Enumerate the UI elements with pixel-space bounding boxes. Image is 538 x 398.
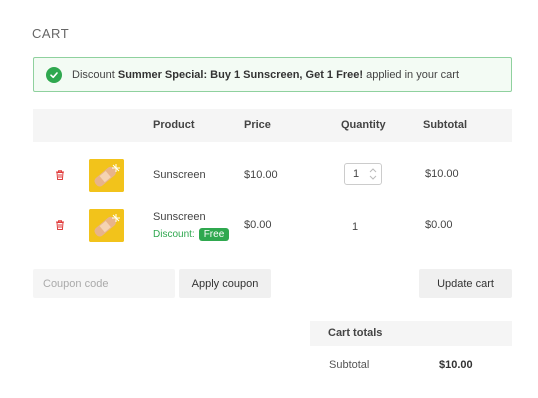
row-subtotal: $0.00: [425, 219, 453, 231]
cart-table-header: Product Price Quantity Subtotal: [33, 109, 512, 142]
spinner-arrows-icon[interactable]: [369, 166, 377, 182]
header-price: Price: [244, 119, 271, 131]
coupon-code-input[interactable]: [33, 269, 175, 298]
notice-text: Discount Summer Special: Buy 1 Sunscreen…: [72, 69, 459, 81]
header-quantity: Quantity: [341, 119, 386, 131]
header-product: Product: [153, 119, 195, 131]
notice-prefix: Discount: [72, 68, 115, 81]
cart-totals-heading: Cart totals: [310, 321, 512, 346]
discount-line: Discount: Free: [153, 228, 230, 241]
product-thumbnail[interactable]: [89, 159, 124, 192]
product-thumbnail[interactable]: [89, 209, 124, 242]
table-row: Sunscreen $10.00 1 $10.00: [33, 150, 512, 200]
product-price: $10.00: [244, 169, 278, 181]
free-badge: Free: [198, 228, 230, 241]
discount-label: Discount:: [153, 229, 195, 240]
row-subtotal: $10.00: [425, 168, 459, 180]
check-circle-icon: [46, 66, 62, 83]
product-price: $0.00: [244, 219, 272, 231]
notice-suffix: applied in your cart: [366, 68, 460, 81]
quantity-value: 1: [352, 221, 359, 233]
notice-discount-name: Summer Special: Buy 1 Sunscreen, Get 1 F…: [117, 68, 364, 81]
totals-subtotal-value: $10.00: [439, 359, 473, 371]
totals-subtotal-label: Subtotal: [329, 359, 370, 371]
update-cart-button[interactable]: Update cart: [419, 269, 512, 298]
table-row: Sunscreen Discount: Free $0.00 1 $0.00: [33, 200, 512, 250]
trash-icon[interactable]: [54, 169, 66, 181]
page-title: CART: [32, 26, 70, 41]
apply-coupon-button[interactable]: Apply coupon: [179, 269, 271, 298]
product-cell: Sunscreen Discount: Free: [153, 211, 230, 241]
trash-icon[interactable]: [54, 219, 66, 231]
discount-notice: Discount Summer Special: Buy 1 Sunscreen…: [33, 57, 512, 92]
quantity-value: 1: [353, 168, 360, 180]
quantity-stepper[interactable]: 1: [344, 163, 382, 185]
product-name[interactable]: Sunscreen: [153, 211, 229, 223]
header-subtotal: Subtotal: [423, 119, 467, 131]
product-name[interactable]: Sunscreen: [153, 169, 206, 181]
